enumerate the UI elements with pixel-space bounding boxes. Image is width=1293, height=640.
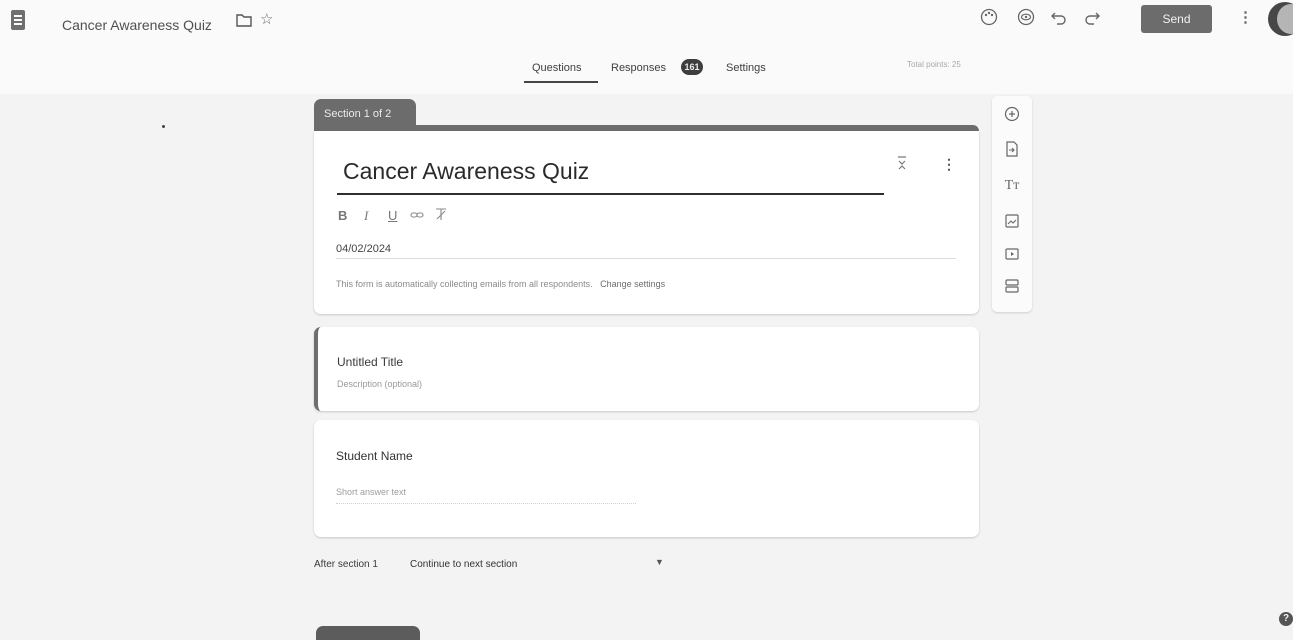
untitled-title[interactable]: Untitled Title — [337, 355, 403, 369]
more-vert-icon[interactable]: ⋮ — [1238, 8, 1253, 28]
undo-icon[interactable] — [1051, 8, 1067, 32]
italic-icon[interactable]: I — [364, 208, 368, 224]
clear-format-icon[interactable] — [435, 208, 447, 224]
short-answer-line — [336, 502, 636, 504]
add-question-icon[interactable] — [992, 106, 1032, 127]
redo-icon[interactable] — [1084, 8, 1100, 32]
section-header-card[interactable]: Cancer Awareness Quiz ⋮ B I U 04/02/2024… — [314, 131, 979, 314]
next-section-tab — [316, 626, 420, 640]
short-answer-placeholder: Short answer text — [336, 487, 407, 497]
send-button[interactable]: Send — [1141, 5, 1212, 33]
add-video-icon[interactable] — [992, 246, 1032, 266]
change-settings-link[interactable]: Change settings — [600, 279, 665, 289]
star-icon[interactable]: ☆ — [260, 10, 273, 30]
folder-icon[interactable] — [236, 13, 252, 33]
question-card[interactable]: Student Name Short answer text — [314, 420, 979, 537]
email-notice-text: This form is automatically collecting em… — [336, 279, 593, 289]
add-image-icon[interactable] — [992, 213, 1032, 233]
bold-icon[interactable]: B — [338, 208, 347, 223]
title-description-card[interactable]: Untitled Title Description (optional) — [314, 327, 979, 411]
form-title[interactable]: Cancer Awareness Quiz — [343, 158, 589, 185]
import-questions-icon[interactable] — [992, 141, 1032, 162]
responses-count-badge: 161 — [681, 59, 703, 75]
tab-bar: Questions Responses 161 Settings Total p… — [0, 44, 1293, 94]
add-section-icon[interactable] — [992, 278, 1032, 298]
description-underline — [336, 258, 956, 259]
preview-eye-icon[interactable] — [1017, 8, 1035, 32]
floating-toolbar: Tт — [992, 96, 1032, 312]
document-title[interactable]: Cancer Awareness Quiz — [62, 17, 212, 33]
email-collection-notice: This form is automatically collecting em… — [336, 279, 665, 289]
after-section-label: After section 1 — [314, 559, 378, 570]
title-underline — [337, 193, 884, 195]
description-optional-field[interactable]: Description (optional) — [337, 379, 422, 389]
total-points: Total points: 25 — [907, 60, 961, 69]
active-tab-indicator — [524, 81, 598, 83]
collapse-icon[interactable] — [897, 156, 907, 173]
tab-responses[interactable]: Responses — [611, 62, 666, 74]
question-title[interactable]: Student Name — [336, 449, 413, 463]
add-title-icon[interactable]: Tт — [992, 176, 1032, 196]
dropdown-arrow-icon[interactable]: ▼ — [655, 557, 664, 567]
help-icon[interactable]: ? — [1279, 612, 1293, 626]
forms-app-icon[interactable] — [11, 10, 25, 30]
stray-dot — [162, 125, 165, 128]
after-section-dropdown[interactable]: Continue to next section — [410, 559, 517, 570]
tab-settings[interactable]: Settings — [726, 62, 766, 74]
link-icon[interactable] — [410, 208, 424, 223]
form-description[interactable]: 04/02/2024 — [336, 243, 391, 255]
avatar[interactable] — [1268, 2, 1293, 36]
section-more-icon[interactable]: ⋮ — [942, 156, 956, 173]
top-bar: Cancer Awareness Quiz ☆ Send ⋮ — [0, 0, 1293, 44]
palette-icon[interactable] — [980, 8, 998, 32]
underline-icon[interactable]: U — [388, 208, 397, 223]
tab-questions[interactable]: Questions — [532, 62, 582, 74]
